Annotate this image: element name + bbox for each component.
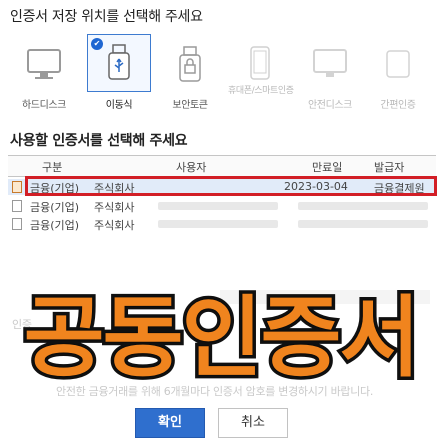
security-token-icon — [158, 36, 222, 92]
media-phone[interactable]: 휴대폰/스마트인증 — [228, 36, 294, 96]
monitor-icon — [12, 36, 76, 92]
overlay-caption: 공동인증서 — [0, 270, 442, 392]
simple-auth-icon — [366, 36, 430, 92]
media-label: 하드디스크 — [21, 100, 66, 111]
certificate-icon — [12, 200, 22, 212]
media-label: 안전디스크 — [307, 100, 352, 111]
cert-section-title: 사용할 인증서를 선택해 주세요 — [10, 133, 188, 149]
cert-type: 금융(기업) — [30, 201, 80, 214]
storage-section-title: 인증서 저장 위치를 선택해 주세요 — [10, 9, 203, 25]
safe-disk-icon — [298, 36, 362, 92]
ok-button[interactable]: 확인 — [135, 408, 205, 438]
media-harddisk[interactable]: 하드디스크 — [12, 36, 76, 111]
cert-user: 주식회사 — [94, 219, 135, 232]
cert-type: 금융(기업) — [30, 219, 80, 232]
blurred-text — [158, 220, 278, 228]
media-security-token[interactable]: 보안토큰 — [158, 36, 222, 111]
col-issuer[interactable]: 발급자 — [374, 159, 404, 175]
media-removable[interactable]: ✔ 이동식 — [87, 34, 151, 111]
cancel-button[interactable]: 취소 — [218, 408, 288, 438]
blurred-text — [298, 220, 428, 228]
table-row[interactable]: 금융(기업) 주식회사 — [8, 216, 436, 232]
cert-table-header: 구분 사용자 만료일 발급자 — [8, 155, 436, 177]
checkmark-icon: ✔ — [91, 38, 103, 50]
col-type[interactable]: 구분 — [42, 159, 62, 175]
media-label: 간편인증 — [380, 100, 416, 111]
blurred-text — [158, 202, 278, 210]
media-safe-disk[interactable]: 안전디스크 — [298, 36, 362, 111]
blurred-text — [298, 202, 428, 210]
selected-row-highlight — [25, 176, 437, 196]
cert-user: 주식회사 — [94, 201, 135, 214]
overlay-caption-text: 공동인증서 — [20, 282, 424, 392]
media-simple-auth[interactable]: 간편인증 — [366, 36, 430, 111]
certificate-icon — [12, 218, 22, 230]
media-label: 보안토큰 — [172, 100, 208, 111]
col-user[interactable]: 사용자 — [176, 159, 206, 175]
media-label: 이동식 — [105, 100, 133, 111]
col-expiry[interactable]: 만료일 — [312, 159, 342, 175]
table-row[interactable]: 금융(기업) 주식회사 — [8, 198, 436, 214]
phone-icon — [228, 36, 292, 92]
usb-drive-icon: ✔ — [87, 34, 151, 92]
certificate-icon — [12, 181, 22, 193]
